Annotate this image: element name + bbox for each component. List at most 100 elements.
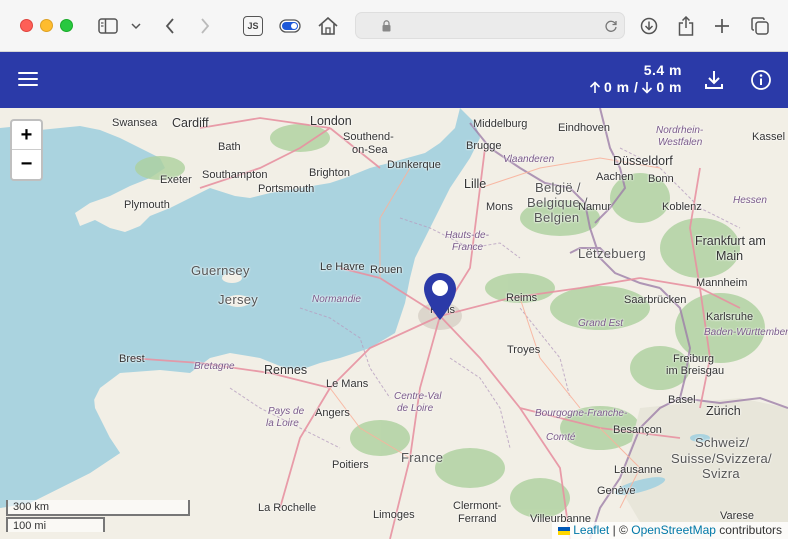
map-label-frankfurt: Frankfurt am — [695, 234, 766, 248]
map-label-zurich: Zürich — [706, 404, 741, 418]
scale-bar-imperial: 100 mi — [6, 517, 105, 532]
forward-icon[interactable] — [197, 14, 213, 38]
toggle-extension-icon[interactable] — [278, 14, 302, 38]
map-label-angers: Angers — [315, 407, 350, 419]
map-label-mannheim: Mannheim — [696, 277, 748, 289]
map-label-laloire: la Loire — [266, 418, 299, 429]
share-icon[interactable] — [675, 14, 697, 38]
map-view[interactable]: Swansea Cardiff London Southend- on-Sea … — [0, 108, 788, 539]
map-label-lehavre: Le Havre — [320, 261, 365, 273]
map-label-main: Main — [716, 249, 744, 263]
map-label-london: London — [310, 114, 352, 128]
map-label-southend: Southend- — [343, 131, 394, 143]
map-label-svizra: Svizra — [702, 466, 740, 481]
map-label-plymouth: Plymouth — [124, 199, 170, 211]
map-label-centre: Centre-Val — [394, 391, 442, 402]
sidebar-toggle-icon[interactable] — [97, 14, 119, 38]
map-label-aachen: Aachen — [596, 171, 634, 183]
map-label-letzebuerg: Lëtzebuerg — [578, 246, 647, 261]
app-header: 5.4 m 0 m / 0 m — [0, 52, 788, 108]
map-label-paysde: Pays de — [268, 406, 305, 417]
browser-toolbar: JS — [0, 0, 788, 52]
back-icon[interactable] — [162, 14, 178, 38]
map-marker-icon[interactable] — [423, 272, 457, 322]
downloads-icon[interactable] — [638, 14, 660, 38]
map-label-comte: Comté — [546, 432, 576, 443]
map-label-basel: Basel — [668, 394, 696, 406]
map-label-bonn: Bonn — [648, 173, 674, 185]
map-label-dusseldorf: Düsseldorf — [613, 154, 673, 168]
map-label-onsea: on-Sea — [352, 144, 388, 156]
map-label-larochelle: La Rochelle — [258, 502, 317, 514]
leaflet-link[interactable]: Leaflet — [573, 523, 609, 537]
map-label-swansea: Swansea — [112, 117, 158, 129]
map-label-hautsde: Hauts-de- — [445, 230, 489, 241]
map-label-france-region: France — [452, 242, 484, 253]
map-label-lausanne: Lausanne — [614, 464, 663, 476]
map-label-brighton: Brighton — [309, 167, 350, 179]
zoom-out-button[interactable]: − — [12, 150, 41, 179]
home-icon[interactable] — [317, 14, 339, 38]
map-label-vlaanderen: Vlaanderen — [503, 154, 555, 165]
map-label-belgie: België / — [535, 180, 581, 195]
elevation-summary: 5.4 m 0 m / 0 m — [589, 62, 682, 96]
map-label-badenw: Baden-Württember — [704, 327, 788, 338]
elevation-total: 5.4 m — [643, 62, 682, 78]
reload-icon[interactable] — [604, 19, 618, 33]
map-label-rennes: Rennes — [264, 363, 308, 377]
map-attribution: Leaflet | © OpenStreetMap contributors — [551, 522, 788, 539]
map-label-jersey: Jersey — [218, 292, 259, 307]
map-label-imbreisgau: im Breisgau — [666, 365, 725, 377]
attribution-separator: | © — [612, 523, 628, 537]
close-window-button[interactable] — [20, 19, 33, 32]
map-label-suisse: Suisse/Svizzera/ — [671, 451, 772, 466]
map-label-lemans: Le Mans — [326, 378, 369, 390]
map-label-france: France — [401, 450, 444, 465]
map-label-reims: Reims — [506, 292, 538, 304]
address-bar[interactable] — [355, 12, 625, 39]
map-label-lille: Lille — [464, 177, 487, 191]
map-label-grandest: Grand Est — [578, 318, 624, 329]
map-label-bath: Bath — [218, 141, 241, 153]
arrow-up-icon — [589, 81, 601, 93]
map-label-westfalen: Westfalen — [658, 137, 703, 148]
map-label-portsmouth: Portsmouth — [258, 183, 315, 195]
new-tab-icon[interactable] — [712, 14, 732, 38]
map-label-brest: Brest — [119, 353, 145, 365]
zoom-in-button[interactable]: + — [12, 121, 41, 150]
map-label-exeter: Exeter — [160, 174, 192, 186]
map-label-saarbrucken: Saarbrücken — [624, 294, 687, 306]
tab-overview-icon[interactable] — [749, 14, 771, 38]
map-label-cardiff: Cardiff — [172, 116, 209, 130]
map-label-rouen: Rouen — [370, 264, 403, 276]
zoom-window-button[interactable] — [60, 19, 73, 32]
arrow-down-icon — [642, 82, 653, 94]
minimize-window-button[interactable] — [40, 19, 53, 32]
map-label-normandie: Normandie — [312, 294, 361, 305]
info-icon[interactable] — [750, 69, 772, 91]
chevron-down-icon[interactable] — [130, 14, 142, 38]
map-label-troyes: Troyes — [507, 344, 541, 356]
download-icon[interactable] — [703, 69, 725, 91]
openstreetmap-link[interactable]: OpenStreetMap — [631, 523, 716, 537]
map-label-mons: Mons — [486, 201, 513, 213]
map-label-ferrand: Ferrand — [458, 513, 497, 525]
map-label-middelburg: Middelburg — [473, 118, 528, 130]
javascript-extension-icon[interactable]: JS — [242, 14, 264, 38]
map-label-namur: Namur — [578, 201, 612, 213]
map-label-clermont: Clermont- — [453, 500, 502, 512]
menu-icon[interactable] — [18, 72, 38, 88]
map-label-southampton: Southampton — [202, 169, 268, 181]
attribution-contributors: contributors — [719, 523, 782, 537]
map-label-poitiers: Poitiers — [332, 459, 369, 471]
map-label-varese: Varese — [720, 510, 755, 522]
map-label-hessen: Hessen — [733, 195, 767, 206]
map-label-besancon: Besançon — [613, 424, 662, 436]
ukraine-flag-icon — [557, 526, 570, 535]
map-label-koblenz: Koblenz — [662, 201, 702, 213]
map-label-karlsruhe: Karlsruhe — [706, 311, 754, 323]
map-label-deloire: de Loire — [397, 403, 434, 414]
map-label-guernsey: Guernsey — [191, 263, 250, 278]
map-label-eindhoven: Eindhoven — [558, 122, 610, 134]
zoom-control: + − — [10, 119, 43, 181]
